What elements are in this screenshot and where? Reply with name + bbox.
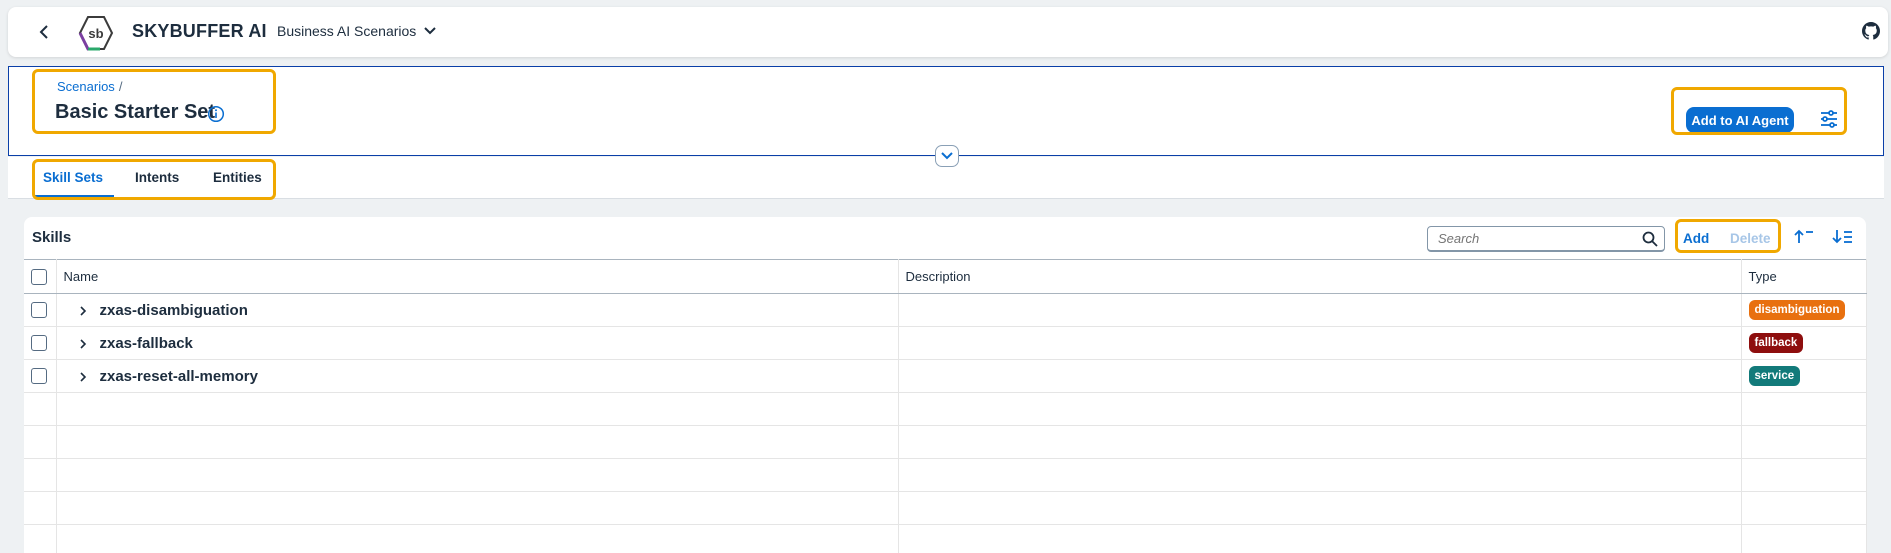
chevron-right-icon[interactable] bbox=[76, 338, 90, 350]
table-header-row: Name Description Type bbox=[24, 259, 1867, 294]
sort-ascending-icon[interactable] bbox=[1793, 227, 1815, 247]
skill-description bbox=[898, 326, 1742, 360]
delete-button[interactable]: Delete bbox=[1730, 231, 1771, 246]
filter-settings-icon[interactable] bbox=[1819, 109, 1839, 129]
empty-row bbox=[24, 524, 1867, 553]
skills-table: Name Description Type zxas-disambiguatio… bbox=[24, 259, 1867, 553]
active-tab-indicator bbox=[34, 195, 114, 198]
back-arrow-icon bbox=[39, 25, 48, 39]
skill-name: zxas-reset-all-memory bbox=[99, 367, 258, 385]
add-to-ai-agent-button[interactable]: Add to AI Agent bbox=[1686, 107, 1794, 133]
type-badge: fallback bbox=[1748, 333, 1804, 353]
search-field[interactable] bbox=[1427, 226, 1665, 252]
page-title: Basic Starter Set bbox=[55, 101, 216, 123]
add-button[interactable]: Add bbox=[1683, 231, 1709, 246]
type-badge: disambiguation bbox=[1748, 300, 1846, 320]
chevron-down-icon bbox=[424, 27, 437, 35]
chevron-right-icon[interactable] bbox=[76, 371, 90, 383]
back-button[interactable] bbox=[32, 20, 56, 44]
brand-name: SKYBUFFER AI bbox=[132, 21, 267, 41]
select-all-checkbox[interactable] bbox=[31, 268, 47, 285]
svg-text:sb: sb bbox=[88, 26, 103, 41]
product-name: Business AI Scenarios bbox=[277, 23, 417, 39]
tab-entities[interactable]: Entities bbox=[213, 170, 262, 185]
tab-intents[interactable]: Intents bbox=[135, 170, 179, 185]
table-row[interactable]: zxas-fallback fallback bbox=[24, 326, 1867, 360]
row-checkbox[interactable] bbox=[31, 302, 47, 319]
row-checkbox[interactable] bbox=[31, 335, 47, 352]
column-header-type[interactable]: Type bbox=[1741, 259, 1867, 294]
tab-skill-sets[interactable]: Skill Sets bbox=[43, 170, 103, 185]
breadcrumb-scenarios-link[interactable]: Scenarios bbox=[57, 79, 115, 94]
table-row[interactable]: zxas-disambiguation disambiguation bbox=[24, 293, 1867, 327]
column-header-description[interactable]: Description bbox=[898, 259, 1742, 294]
skill-name: zxas-fallback bbox=[99, 334, 193, 352]
info-icon[interactable] bbox=[207, 105, 225, 123]
skybuffer-logo[interactable]: sb bbox=[74, 15, 118, 51]
skill-description bbox=[898, 293, 1742, 327]
breadcrumb: Scenarios / bbox=[57, 79, 122, 94]
search-icon[interactable] bbox=[1642, 231, 1658, 247]
chevron-down-icon bbox=[941, 152, 953, 160]
search-input[interactable] bbox=[1438, 227, 1638, 249]
type-badge: service bbox=[1748, 366, 1801, 386]
empty-row bbox=[24, 392, 1867, 426]
skills-panel: Skills Add Delete Name Description bbox=[24, 217, 1867, 553]
table-row[interactable]: zxas-reset-all-memory service bbox=[24, 359, 1867, 393]
skill-description bbox=[898, 359, 1742, 393]
skill-name: zxas-disambiguation bbox=[99, 301, 248, 319]
row-checkbox[interactable] bbox=[31, 368, 47, 385]
object-header: Scenarios / Basic Starter Set Add to AI A… bbox=[8, 66, 1884, 156]
header-collapse-button[interactable] bbox=[935, 145, 959, 167]
select-all-cell bbox=[24, 259, 57, 294]
empty-row bbox=[24, 491, 1867, 525]
breadcrumb-separator: / bbox=[118, 79, 123, 94]
skills-title: Skills bbox=[32, 229, 72, 246]
github-icon[interactable] bbox=[1862, 22, 1880, 40]
shell-bar: sb SKYBUFFER AI Business AI Scenarios bbox=[8, 7, 1888, 57]
chevron-right-icon[interactable] bbox=[76, 305, 90, 317]
empty-row bbox=[24, 458, 1867, 492]
column-header-name[interactable]: Name bbox=[56, 259, 899, 294]
sort-descending-icon[interactable] bbox=[1832, 227, 1854, 247]
product-switcher[interactable]: Business AI Scenarios bbox=[277, 23, 437, 39]
empty-row bbox=[24, 425, 1867, 459]
